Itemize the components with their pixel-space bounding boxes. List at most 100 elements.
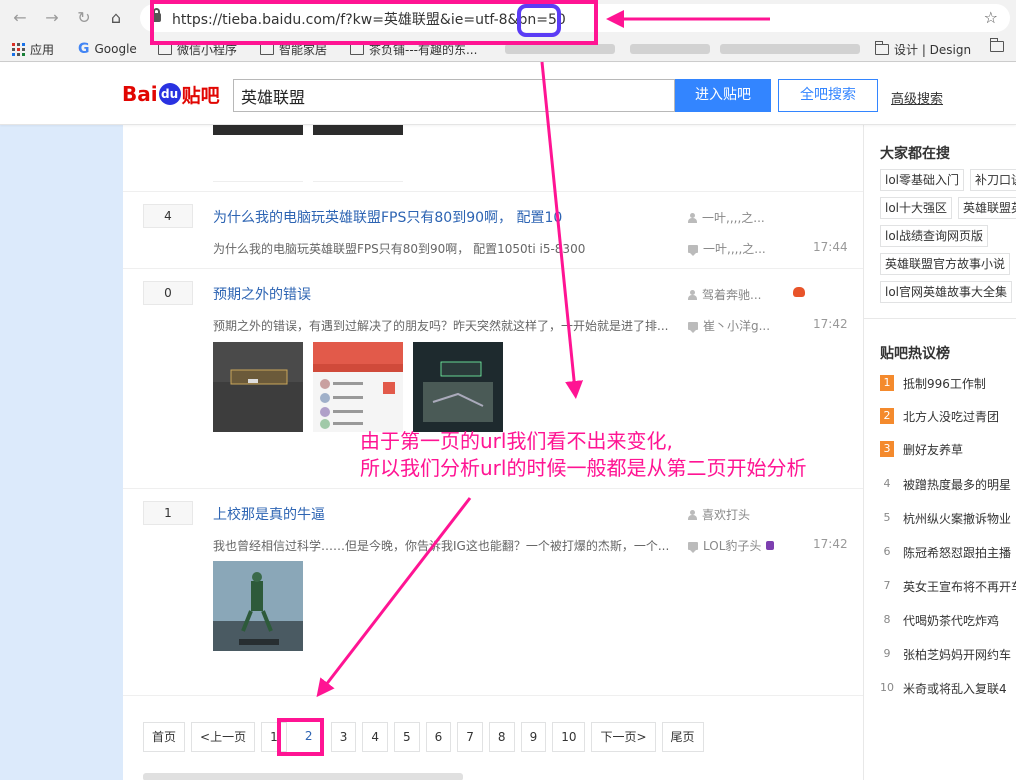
browser-toolbar: ← → ↻ ⌂ https://tieba.baidu.com/f?kw=英雄联… <box>0 0 1016 36</box>
page-10[interactable]: 10 <box>552 722 586 752</box>
page-6[interactable]: 6 <box>425 722 452 752</box>
home-icon[interactable]: ⌂ <box>106 8 126 28</box>
hot-list-item[interactable]: 1 抵制996工作制 <box>880 374 986 392</box>
folder-icon <box>874 41 889 55</box>
thread-title[interactable]: 为什么我的电脑玩英雄联盟FPS只有80到90啊， 配置10 <box>213 207 562 227</box>
pagination: 首页 <上一页 1 2 3 4 5 6 7 8 9 10 下一页> 尾页 <box>143 722 704 752</box>
reply-count: 1 <box>143 501 193 525</box>
search-input[interactable] <box>233 79 675 112</box>
bookmark-google[interactable]: G Google <box>78 41 137 57</box>
all-search-button[interactable]: 全吧搜索 <box>778 79 878 112</box>
search-tag[interactable]: lol零基础入门 <box>880 169 965 191</box>
hot-list-item[interactable]: 6 陈冠希怒怼跟拍主播 <box>880 543 1012 561</box>
thread-image[interactable] <box>313 125 403 135</box>
last-reply-user[interactable]: 崔丶小洋g... <box>688 317 770 334</box>
reply-time: 17:42 <box>813 537 848 551</box>
hot-list-item[interactable]: 3 删好友养草 <box>880 440 963 458</box>
blurred-bookmark <box>505 44 615 54</box>
bookmark-apps[interactable]: 应用 <box>12 41 54 58</box>
thread-author[interactable]: 一叶,,,,之... <box>688 209 765 226</box>
bookmark-smart-home[interactable]: 智能家居 <box>259 41 327 58</box>
folder-icon <box>259 41 274 55</box>
person-icon <box>688 212 697 223</box>
search-tag[interactable]: 英雄联盟官方故事小说 <box>880 253 1011 275</box>
folder-icon <box>157 41 172 55</box>
search-tag[interactable]: 补刀口诀 <box>970 169 1016 191</box>
reload-icon[interactable]: ↻ <box>74 8 94 28</box>
folder-icon <box>349 41 364 55</box>
hot-list-item[interactable]: 8 代喝奶茶代吃炸鸡 <box>880 611 1000 629</box>
google-icon: G <box>78 41 90 57</box>
forward-icon[interactable]: → <box>42 8 62 28</box>
thread-abstract: 我也曾经相信过科学……但是今晚，你告诉我IG这也能翻？一个被打爆的杰斯，一个..… <box>213 539 670 553</box>
search-trends-title: 大家都在搜 <box>880 146 950 162</box>
page-7[interactable]: 7 <box>457 722 483 752</box>
thread-author[interactable]: 喜欢打头 <box>688 506 750 523</box>
hot-list-item[interactable]: 7 英女王宣布将不再开车 <box>880 577 1016 595</box>
back-icon[interactable]: ← <box>10 8 30 28</box>
bookmark-more[interactable] <box>989 38 1004 52</box>
bookmark-design[interactable]: 设计 | Design <box>874 41 971 58</box>
search-tag[interactable]: 英雄联盟英 <box>958 197 1016 219</box>
page-next[interactable]: 下一页> <box>591 722 656 752</box>
user-badge-icon <box>766 541 775 550</box>
person-icon <box>688 509 697 520</box>
page-1[interactable]: 1 <box>261 722 287 752</box>
page-3[interactable]: 3 <box>330 722 357 752</box>
folder-icon <box>989 38 1004 52</box>
advanced-search-link[interactable]: 高级搜索 <box>891 88 943 107</box>
reply-time: 17:42 <box>813 317 848 331</box>
search-tag[interactable]: lol战绩查询网页版 <box>880 225 989 247</box>
page-5[interactable]: 5 <box>394 722 420 752</box>
footer-text-blurred <box>143 773 463 780</box>
search-tag[interactable]: lol官网英雄故事大全集 <box>880 281 1013 303</box>
search-tag[interactable]: lol十大强区 <box>880 197 953 219</box>
page-4[interactable]: 4 <box>362 722 388 752</box>
tieba-header: Bai du 贴吧 进入贴吧 全吧搜索 高级搜索 <box>0 63 1016 125</box>
lock-icon <box>152 8 161 22</box>
bookmark-star-icon[interactable]: ☆ <box>984 8 998 27</box>
hot-list-item[interactable]: 4 被蹭热度最多的明星 <box>880 475 1012 493</box>
thread-image[interactable] <box>413 342 503 432</box>
thread-image[interactable] <box>313 342 403 432</box>
last-reply-user[interactable]: 一叶,,,,之... <box>688 240 766 257</box>
person-icon <box>688 289 697 300</box>
user-badge-icon <box>793 287 805 297</box>
apps-icon <box>12 43 25 56</box>
address-bar[interactable]: https://tieba.baidu.com/f?kw=英雄联盟&ie=utf… <box>140 4 1010 32</box>
thread-abstract: 为什么我的电脑玩英雄联盟FPS只有80到90啊， 配置1050ti i5-830… <box>213 242 586 256</box>
hot-list-item[interactable]: 10 米奇或将乱入复联4 <box>880 679 1007 697</box>
thread-title[interactable]: 预期之外的错误 <box>213 284 311 304</box>
thread-abstract: 预期之外的错误，有遇到过解决了的朋友吗？昨天突然就这样了，一开始就是进了排... <box>213 319 669 333</box>
thread-image[interactable] <box>213 342 303 432</box>
tieba-logo[interactable]: Bai du 贴吧 <box>122 79 220 109</box>
bookmark-chafupu[interactable]: 茶负铺---有趣的东... <box>349 41 477 58</box>
bookmark-wechat-miniprogram[interactable]: 微信小程序 <box>157 41 237 58</box>
page-first[interactable]: 首页 <box>143 722 186 752</box>
url-text[interactable]: https://tieba.baidu.com/f?kw=英雄联盟&ie=utf… <box>172 9 566 29</box>
enter-tieba-button[interactable]: 进入贴吧 <box>675 79 771 112</box>
right-sidebar: 大家都在搜 lol零基础入门 补刀口诀 lol十大强区 英雄联盟英 lol战绩查… <box>864 125 1016 780</box>
page-9[interactable]: 9 <box>520 722 547 752</box>
annotation-line-1: 由于第一页的url我们看不出来变化, <box>360 429 673 453</box>
thread-image[interactable] <box>213 125 303 135</box>
page-prev[interactable]: <上一页 <box>191 722 256 752</box>
page-last[interactable]: 尾页 <box>661 722 704 752</box>
blurred-bookmark <box>720 44 860 54</box>
thread-image[interactable] <box>213 561 303 651</box>
page-2-current: 2 <box>292 722 325 752</box>
hot-list-item[interactable]: 2 北方人没吃过青团 <box>880 407 999 425</box>
reply-count: 4 <box>143 204 193 228</box>
reply-time: 17:44 <box>813 240 848 254</box>
hot-list-item[interactable]: 9 张柏芝妈妈开网约车 <box>880 645 1012 663</box>
thread-author[interactable]: 驾着奔驰... <box>688 286 761 303</box>
comment-icon <box>688 244 698 256</box>
last-reply-user[interactable]: LOL豹子头 <box>688 537 775 554</box>
annotation-line-2: 所以我们分析url的时候一般都是从第二页开始分析 <box>360 456 807 480</box>
page-8[interactable]: 8 <box>488 722 515 752</box>
hot-list-item[interactable]: 5 杭州纵火案撤诉物业 <box>880 509 1012 527</box>
annotation-note: 由于第一页的url我们看不出来变化, 所以我们分析url的时候一般都是从第二页开… <box>360 428 806 482</box>
thread-title[interactable]: 上校那是真的牛逼 <box>213 504 325 524</box>
bookmarks-bar: 应用 G Google 微信小程序 智能家居 茶负铺---有趣的东... 设计 … <box>0 36 1016 62</box>
comment-icon <box>688 541 698 553</box>
